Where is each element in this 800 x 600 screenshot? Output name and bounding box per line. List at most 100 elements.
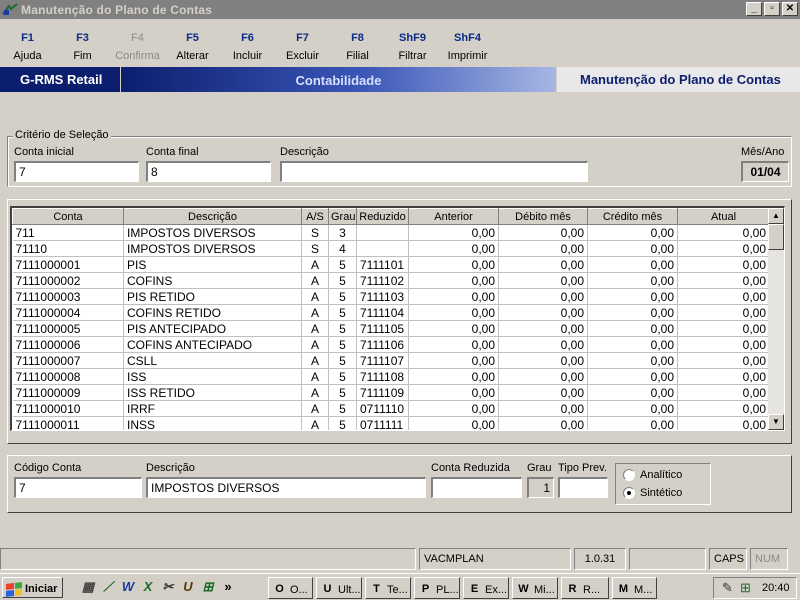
tray-network-icon[interactable]: ⊞ <box>740 580 751 596</box>
table-cell: PIS RETIDO <box>123 288 302 305</box>
grid-vertical-scrollbar[interactable]: ▲ ▼ <box>768 208 784 430</box>
column-header[interactable]: Grau <box>328 208 357 225</box>
table-row[interactable]: 7111000011 INSS A 5 0711111 0,00 0,00 0,00 0,00 <box>12 416 770 430</box>
table-row[interactable]: 7111000009 ISS RETIDO A 5 7111109 0,00 0,00 0,0… <box>12 384 770 401</box>
close-button[interactable]: ✕ <box>782 2 798 16</box>
table-row[interactable]: 7111000005 PIS ANTECIPADO A 5 7111105 0,00 0,0… <box>12 320 770 337</box>
more-chevron-icon[interactable]: » <box>220 578 236 595</box>
toolbar-button-confirma[interactable]: F4 Confirma <box>110 21 165 65</box>
table-row[interactable]: 711 IMPOSTOS DIVERSOS S 3 0,00 0,00 0,00 0,00 <box>12 224 770 241</box>
toolbar-button-fim[interactable]: F3 Fim <box>55 21 110 65</box>
scroll-up-icon[interactable]: ▲ <box>768 208 784 224</box>
table-row[interactable]: 71110 IMPOSTOS DIVERSOS S 4 0,00 0,00 0,00 0,00 <box>12 240 770 257</box>
column-header[interactable]: Reduzido <box>356 208 409 225</box>
table-row[interactable]: 7111000004 COFINS RETIDO A 5 7111104 0,00 0,00… <box>12 304 770 321</box>
toolbar-button-filtrar[interactable]: ShF9 Filtrar <box>385 21 440 65</box>
restore-button[interactable]: ▫ <box>764 2 780 16</box>
table-cell: 7111107 <box>356 352 409 369</box>
taskbar-item[interactable]: E Ex... <box>463 577 509 599</box>
table-row[interactable]: 7111000003 PIS RETIDO A 5 7111103 0,00 0,00 0,0… <box>12 288 770 305</box>
analitico-label[interactable]: Analítico <box>640 469 682 481</box>
table-cell: A <box>301 272 329 289</box>
table-cell: 7111000007 <box>12 352 124 369</box>
scroll-down-icon[interactable]: ▼ <box>768 414 784 430</box>
column-header[interactable]: Anterior <box>408 208 499 225</box>
table-cell: 5 <box>328 272 357 289</box>
calculator-icon[interactable]: ▦ <box>80 578 96 595</box>
tools-icon[interactable]: ✂ <box>160 578 176 595</box>
table-cell: PIS <box>123 256 302 273</box>
table-row[interactable]: 7111000007 CSLL A 5 7111107 0,00 0,00 0,00 0,00 <box>12 352 770 369</box>
ultra-icon[interactable]: U <box>180 578 196 595</box>
function-key: F3 <box>76 32 89 44</box>
conta-reduzida-label: Conta Reduzida <box>431 462 510 474</box>
toolbar-button-incluir[interactable]: F6 Incluir <box>220 21 275 65</box>
taskbar-item[interactable]: P PL... <box>414 577 460 599</box>
taskbar-item[interactable]: O O... <box>268 577 313 599</box>
table-row[interactable]: 7111000008 ISS A 5 7111108 0,00 0,00 0,00 0,00 <box>12 368 770 385</box>
function-label: Filial <box>346 50 369 62</box>
descricao-detail-input[interactable]: IMPOSTOS DIVERSOS <box>146 477 426 498</box>
conta-reduzida-input[interactable] <box>431 477 522 498</box>
taskbar-item[interactable]: U Ult... <box>316 577 362 599</box>
analitico-radio[interactable] <box>623 469 635 481</box>
mes-ano-field[interactable]: 01/04 <box>741 161 789 182</box>
conta-inicial-input[interactable]: 7 <box>14 161 139 182</box>
taskbar-item-label: PL... <box>436 583 459 596</box>
table-cell: 5 <box>328 256 357 273</box>
taskbar-item[interactable]: M M... <box>612 577 657 599</box>
toolbar-button-imprimir[interactable]: ShF4 Imprimir <box>440 21 495 65</box>
column-header[interactable]: Crédito mês <box>587 208 678 225</box>
scroll-thumb[interactable] <box>768 224 784 250</box>
table-cell: 0,00 <box>498 400 588 417</box>
descricao-filter-input[interactable] <box>280 161 588 182</box>
taskbar-item[interactable]: T Te... <box>365 577 411 599</box>
table-cell: 0,00 <box>408 288 499 305</box>
module-name: Contabilidade <box>121 67 556 92</box>
sintetico-radio[interactable] <box>623 487 635 499</box>
function-key: F8 <box>351 32 364 44</box>
function-label: Incluir <box>232 50 263 62</box>
table-cell: S <box>301 224 329 241</box>
column-header[interactable]: Conta <box>12 208 124 225</box>
toolbar-button-excluir[interactable]: F7 Excluir <box>275 21 330 65</box>
table-cell: 5 <box>328 304 357 321</box>
toolbar-button-ajuda[interactable]: F1 Ajuda <box>0 21 55 65</box>
table-row[interactable]: 7111000002 COFINS A 5 7111102 0,00 0,00 0,00 0,0… <box>12 272 770 289</box>
taskbar-item-label: Ex... <box>485 583 508 596</box>
network-icon[interactable]: ⊞ <box>200 578 216 595</box>
column-header[interactable]: Descrição <box>123 208 302 225</box>
start-button[interactable]: Iniciar <box>2 577 63 598</box>
column-header[interactable]: A/S <box>301 208 329 225</box>
column-header[interactable]: Débito mês <box>498 208 588 225</box>
function-key-toolbar: F1 Ajuda F3 Fim F4 Confirma F5 Alterar F6 Incluir… <box>0 21 800 65</box>
taskbar-item-label: M... <box>634 583 653 596</box>
codigo-conta-input[interactable]: 7 <box>14 477 142 498</box>
conta-final-input[interactable]: 8 <box>146 161 271 182</box>
word-icon[interactable]: W <box>120 578 136 595</box>
accounts-grid[interactable]: Conta Descrição A/S Grau Reduzido Anterior Déb… <box>10 206 785 431</box>
table-cell: A <box>301 288 329 305</box>
table-cell: 0,00 <box>587 224 678 241</box>
toolbar-button-filial[interactable]: F8 Filial <box>330 21 385 65</box>
taskbar-item[interactable]: R R... <box>561 577 609 599</box>
toolbar-button-alterar[interactable]: F5 Alterar <box>165 21 220 65</box>
tipo-prev-input[interactable] <box>558 477 608 498</box>
table-cell: PIS ANTECIPADO <box>123 320 302 337</box>
table-row[interactable]: 7111000006 COFINS ANTECIPADO A 5 7111106 0,00… <box>12 336 770 353</box>
grms-icon[interactable]: ⟋ <box>100 578 116 595</box>
table-cell: 0,00 <box>408 400 499 417</box>
table-row[interactable]: 7111000001 PIS A 5 7111101 0,00 0,00 0,00 0,00 <box>12 256 770 273</box>
excel-icon[interactable]: X <box>140 578 156 595</box>
table-cell: 7111104 <box>356 304 409 321</box>
function-key: ShF9 <box>399 32 426 44</box>
windows-logo-icon <box>6 581 22 597</box>
table-cell: A <box>301 416 329 430</box>
table-row[interactable]: 7111000010 IRRF A 5 0711110 0,00 0,00 0,00 0,00 <box>12 400 770 417</box>
sintetico-label[interactable]: Sintético <box>640 487 682 499</box>
column-header[interactable]: Atual <box>677 208 770 225</box>
tray-tools-icon[interactable]: ✎ <box>722 580 733 596</box>
taskbar-item[interactable]: W Mi... <box>512 577 558 599</box>
table-cell: 7111000003 <box>12 288 124 305</box>
minimize-button[interactable]: _ <box>746 2 762 16</box>
